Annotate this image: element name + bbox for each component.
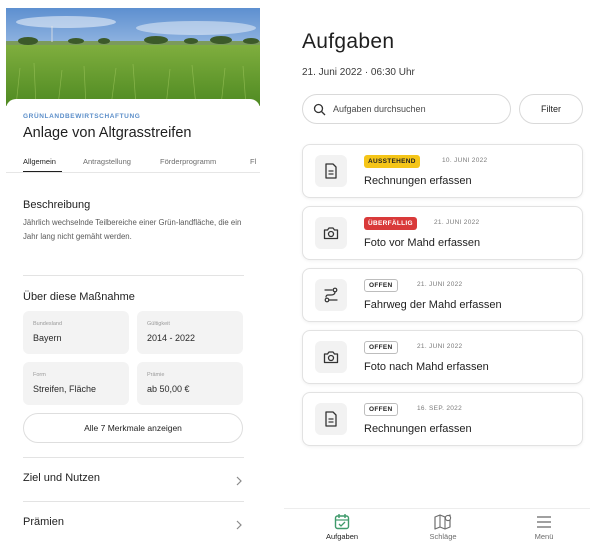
measure-tabs: Allgemein Antragstellung Förderprogramm … bbox=[23, 157, 260, 171]
task-card[interactable]: OFFEN 21. JUNI 2022 Foto nach Mahd erfas… bbox=[302, 330, 583, 384]
document-icon bbox=[315, 403, 347, 435]
attribute-value: Streifen, Fläche bbox=[33, 384, 97, 394]
attribute-value: 2014 - 2022 bbox=[147, 333, 196, 343]
task-card[interactable]: OFFEN 21. JUNI 2022 Fahrweg der Mahd erf… bbox=[302, 268, 583, 322]
description-heading: Beschreibung bbox=[23, 199, 91, 211]
tab-truncated[interactable]: Fl bbox=[250, 157, 256, 166]
filter-button[interactable]: Filter bbox=[519, 94, 583, 124]
tab-foerderprogramm[interactable]: Förderprogramm bbox=[160, 157, 216, 166]
row-label: Ziel und Nutzen bbox=[23, 472, 101, 484]
task-card[interactable]: OFFEN 16. SEP. 2022 Rechnungen erfassen bbox=[302, 392, 583, 446]
task-name: Foto vor Mahd erfassen bbox=[364, 237, 481, 249]
attribute-value: ab 50,00 € bbox=[147, 384, 190, 394]
attribute-card-form: Form Streifen, Fläche bbox=[23, 362, 129, 405]
search-placeholder: Aufgaben durchsuchen bbox=[333, 104, 426, 114]
measure-title: Anlage von Altgrasstreifen bbox=[23, 125, 192, 141]
task-name: Fahrweg der Mahd erfassen bbox=[364, 299, 502, 311]
task-date: 21. JUNI 2022 bbox=[434, 219, 480, 226]
page-title: Aufgaben bbox=[302, 30, 395, 53]
measure-detail-screen: GRÜNLANDBEWIRTSCHAFTUNG Anlage von Altgr… bbox=[6, 8, 260, 546]
measure-category: GRÜNLANDBEWIRTSCHAFTUNG bbox=[23, 113, 141, 120]
attribute-card-validity: Gültigkeit 2014 - 2022 bbox=[137, 311, 243, 354]
divider bbox=[23, 457, 244, 458]
measure-card: GRÜNLANDBEWIRTSCHAFTUNG Anlage von Altgr… bbox=[6, 99, 260, 546]
task-name: Rechnungen erfassen bbox=[364, 175, 472, 187]
attribute-label: Bundesland bbox=[33, 321, 63, 327]
document-icon bbox=[315, 155, 347, 187]
task-date: 16. SEP. 2022 bbox=[417, 405, 462, 412]
tab-antragstellung[interactable]: Antragstellung bbox=[83, 157, 131, 166]
about-heading: Über diese Maßnahme bbox=[23, 291, 135, 303]
row-label: Prämien bbox=[23, 516, 64, 528]
attribute-card-premium: Prämie ab 50,00 € bbox=[137, 362, 243, 405]
status-badge: OFFEN bbox=[364, 341, 398, 354]
nav-tasks[interactable]: Aufgaben bbox=[312, 513, 372, 541]
map-icon bbox=[413, 513, 473, 530]
divider bbox=[23, 501, 244, 502]
show-all-attributes-button[interactable]: Alle 7 Merkmale anzeigen bbox=[23, 413, 243, 443]
nav-menu[interactable]: Menü bbox=[514, 513, 574, 541]
attribute-label: Gültigkeit bbox=[147, 321, 170, 327]
attribute-label: Prämie bbox=[147, 372, 165, 378]
goal-benefit-row[interactable]: Ziel und Nutzen bbox=[23, 468, 244, 488]
page-date: 21. Juni 2022 · 06:30 Uhr bbox=[302, 67, 415, 78]
task-card[interactable]: ÜBERFÄLLIG 21. JUNI 2022 Foto vor Mahd e… bbox=[302, 206, 583, 260]
divider bbox=[23, 275, 244, 276]
tab-allgemein[interactable]: Allgemein bbox=[23, 157, 56, 166]
task-date: 21. JUNI 2022 bbox=[417, 343, 463, 350]
search-input[interactable]: Aufgaben durchsuchen bbox=[302, 94, 511, 124]
task-card[interactable]: AUSSTEHEND 10. JUNI 2022 Rechnungen erfa… bbox=[302, 144, 583, 198]
tasks-screen: Aufgaben 21. Juni 2022 · 06:30 Uhr Aufga… bbox=[284, 0, 594, 546]
premiums-row[interactable]: Prämien bbox=[23, 512, 244, 532]
nav-fields[interactable]: Schläge bbox=[413, 513, 473, 541]
menu-icon bbox=[514, 513, 574, 530]
chevron-right-icon bbox=[236, 517, 242, 535]
task-date: 10. JUNI 2022 bbox=[442, 157, 488, 164]
tabs-divider bbox=[6, 172, 260, 173]
chevron-right-icon bbox=[236, 473, 242, 491]
task-name: Rechnungen erfassen bbox=[364, 423, 472, 435]
nav-label: Schläge bbox=[429, 532, 457, 541]
bottom-navigation: Aufgaben Schläge Menü bbox=[284, 508, 590, 546]
status-badge: OFFEN bbox=[364, 279, 398, 292]
route-icon bbox=[315, 279, 347, 311]
camera-icon bbox=[315, 217, 347, 249]
task-date: 21. JUNI 2022 bbox=[417, 281, 463, 288]
task-name: Foto nach Mahd erfassen bbox=[364, 361, 489, 373]
status-badge: ÜBERFÄLLIG bbox=[364, 217, 417, 230]
nav-label: Menü bbox=[534, 532, 554, 541]
calendar-icon bbox=[312, 513, 372, 530]
camera-icon bbox=[315, 341, 347, 373]
status-badge: OFFEN bbox=[364, 403, 398, 416]
attribute-value: Bayern bbox=[33, 333, 62, 343]
attribute-label: Form bbox=[33, 372, 46, 378]
nav-label: Aufgaben bbox=[325, 532, 359, 541]
search-icon bbox=[313, 103, 326, 121]
meadow-photo bbox=[6, 8, 260, 106]
description-text: Jährlich wechselnde Teilbereiche einer G… bbox=[23, 218, 242, 241]
status-badge: AUSSTEHEND bbox=[364, 155, 420, 168]
attribute-card-state: Bundesland Bayern bbox=[23, 311, 129, 354]
